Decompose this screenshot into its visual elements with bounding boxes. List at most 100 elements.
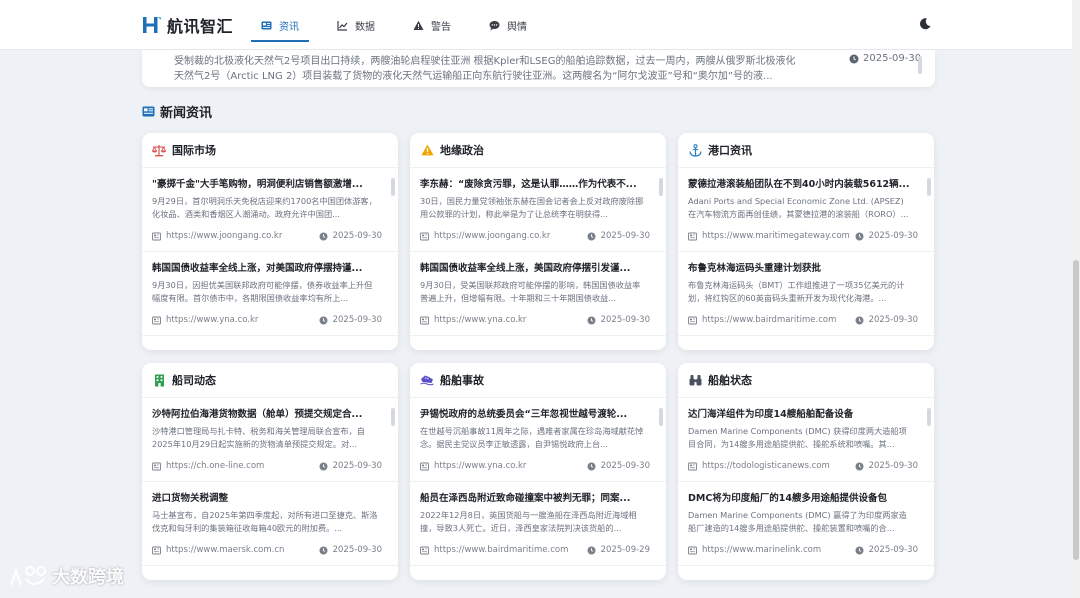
- news-date: 2025-09-30: [855, 545, 918, 555]
- newspaper-icon: [261, 20, 272, 31]
- nav-tab-label: 资讯: [279, 21, 299, 33]
- news-title: 布鲁克林海运码头重建计划获批: [688, 263, 822, 274]
- news-title: 蒙德拉港滚装船团队在不到40小时内装载5612辆...: [688, 179, 910, 190]
- newspaper-icon: [688, 232, 697, 240]
- news-title: 尹锡悦政府的总统委员会“三年忽视世越号渡轮...: [420, 409, 628, 420]
- card-scrollbar[interactable]: [391, 178, 395, 196]
- news-date: 2025-09-30: [319, 315, 382, 325]
- news-source-url: https://www.maersk.com.cn: [166, 545, 285, 555]
- card-header: 地缘政治: [410, 133, 666, 168]
- warning-icon: [413, 20, 424, 31]
- news-title: 李东赫：“废除贪污罪，这是认罪……作为代表不...: [420, 179, 637, 190]
- news-summary: 布鲁克林海运码头（BMT）工作组推进了一项35亿美元的计划，将红钩区的60英亩码…: [688, 280, 905, 303]
- news-title: 韩国国债收益率全线上涨，对美国政府停摆持谨...: [152, 263, 363, 274]
- nav-tab-label: 警告: [431, 21, 451, 33]
- news-summary: 30日，国民力量党领袖张东赫在国会记者会上反对政府废除挪用公款罪的计划，称此举是…: [420, 196, 644, 219]
- news-source: https://www.yna.co.kr: [152, 315, 258, 325]
- card-header: 船司动态: [142, 363, 398, 398]
- news-date-text: 2025-09-30: [600, 315, 650, 325]
- headline-strip[interactable]: 受制裁的北极液化天然气2号项目出口持续，两艘油轮启程驶往亚洲 根据Kpler和L…: [142, 50, 935, 87]
- news-summary: 沙特港口管理局与扎卡特、税务和海关管理局联合宣布，自2025年10月29日起实施…: [152, 426, 365, 449]
- brand-logo[interactable]: 航讯智汇: [142, 13, 233, 37]
- strip-scrollbar[interactable]: [918, 56, 922, 74]
- news-source-url: https://www.yna.co.kr: [434, 461, 527, 471]
- card-scrollbar[interactable]: [927, 178, 931, 196]
- page-scrollbar-thumb[interactable]: [1073, 260, 1079, 560]
- clock-icon: [587, 546, 596, 554]
- news-date-text: 2025-09-30: [600, 231, 650, 241]
- news-item[interactable]: DMC将为印度船厂的14艘多用途船提供设备包 Damen Marine Comp…: [678, 482, 934, 566]
- scale-icon: [152, 143, 166, 157]
- newspaper-icon: [152, 546, 161, 554]
- news-item[interactable]: 船员在泽西岛附近致命碰撞案中被判无罪；同案... 2022年12月8日，英国货船…: [410, 482, 666, 566]
- card-title: 港口资讯: [708, 144, 752, 157]
- card-scrollbar[interactable]: [659, 408, 663, 426]
- nav-tab-sentiment[interactable]: 舆情: [479, 0, 537, 50]
- card-scrollbar[interactable]: [659, 178, 663, 196]
- news-meta: https://www.maritimegateway.com 2025-09-…: [688, 231, 918, 241]
- nav-tab-news[interactable]: 资讯: [251, 0, 309, 50]
- news-title: 韩国国债收益率全线上涨，美国政府停摆引发谨...: [420, 263, 631, 274]
- newspaper-icon: [688, 316, 697, 324]
- news-summary: 9月29日，首尔明洞乐天免税店迎来约1700名中国团体游客，化妆品、酒类和香烟区…: [152, 196, 377, 219]
- news-item[interactable]: 达门海洋组件为印度14艘船舶配备设备 Damen Marine Componen…: [678, 398, 934, 482]
- news-title: 进口货物关税调整: [152, 493, 229, 504]
- news-item[interactable]: 沙特阿拉伯海港货物数据（舱单）预提交规定合... 沙特港口管理局与扎卡特、税务和…: [142, 398, 398, 482]
- news-date-text: 2025-09-30: [332, 545, 382, 555]
- news-item[interactable]: 进口货物关税调整 马士基宣布，自2025年第四季度起，对所有进口至捷克、斯洛伐克…: [142, 482, 398, 566]
- brand-name: 航讯智汇: [167, 17, 234, 36]
- news-item[interactable]: "豪掷千金"大手笔购物，明洞便利店销售额激增... 9月29日，首尔明洞乐天免税…: [142, 168, 398, 252]
- news-list: 蒙德拉港滚装船团队在不到40小时内装载5612辆... Adani Ports …: [678, 168, 934, 336]
- card-title: 国际市场: [172, 144, 216, 157]
- news-title: "豪掷千金"大手笔购物，明洞便利店销售额激增...: [152, 179, 363, 190]
- news-date: 2025-09-30: [319, 545, 382, 555]
- clock-icon: [587, 462, 596, 470]
- section-title-text: 新闻资讯: [160, 106, 213, 121]
- news-date: 2025-09-30: [587, 315, 650, 325]
- news-meta: https://www.bairdmaritime.com 2025-09-29: [420, 545, 650, 555]
- card-header: 船舶事故: [410, 363, 666, 398]
- news-source-url: https://www.yna.co.kr: [434, 315, 527, 325]
- news-item[interactable]: 蒙德拉港滚装船团队在不到40小时内装载5612辆... Adani Ports …: [678, 168, 934, 252]
- nav-tab-warning[interactable]: 警告: [403, 0, 461, 50]
- news-source: https://www.joongang.co.kr: [152, 231, 282, 241]
- news-summary: Damen Marine Components (DMC) 获得印度两大造船项目…: [688, 426, 907, 449]
- logo-icon: [143, 17, 161, 33]
- news-item[interactable]: 韩国国债收益率全线上涨，对美国政府停摆持谨... 9月30日，因担忧美国联邦政府…: [142, 252, 398, 336]
- news-item[interactable]: 尹锡悦政府的总统委员会“三年忽视世越号渡轮... 在世越号沉船事故11周年之际，…: [410, 398, 666, 482]
- news-summary: Adani Ports and Special Economic Zone Lt…: [688, 196, 909, 219]
- news-list: 尹锡悦政府的总统委员会“三年忽视世越号渡轮... 在世越号沉船事故11周年之际，…: [410, 398, 666, 566]
- news-title: 达门海洋组件为印度14艘船舶配备设备: [688, 409, 854, 420]
- news-meta: https://www.joongang.co.kr 2025-09-30: [420, 231, 650, 241]
- news-date-text: 2025-09-29: [600, 545, 650, 555]
- news-item[interactable]: 韩国国债收益率全线上涨，美国政府停摆引发谨... 9月30日，受美国联邦政府可能…: [410, 252, 666, 336]
- binoculars-icon: [688, 373, 702, 387]
- card-header: 船舶状态: [678, 363, 934, 398]
- card-geopolitics: 地缘政治 李东赫：“废除贪污罪，这是认罪……作为代表不... 30日，国民力量党…: [410, 133, 666, 350]
- news-meta: https://www.bairdmaritime.com 2025-09-30: [688, 315, 918, 325]
- headline-strip-text: 受制裁的北极液化天然气2号项目出口持续，两艘油轮启程驶往亚洲 根据Kpler和L…: [174, 56, 796, 82]
- news-summary: 9月30日，受美国联邦政府可能停摆的影响，韩国国债收益率普遍上升，但增幅有限。十…: [420, 280, 641, 303]
- newspaper-icon: [142, 106, 155, 117]
- card-scrollbar[interactable]: [927, 408, 931, 426]
- card-title: 船舶状态: [708, 374, 752, 387]
- card-scrollbar[interactable]: [391, 408, 395, 426]
- news-item[interactable]: 李东赫：“废除贪污罪，这是认罪……作为代表不... 30日，国民力量党领袖张东赫…: [410, 168, 666, 252]
- nav-tab-data[interactable]: 数据: [327, 0, 385, 50]
- nav-tab-label: 舆情: [507, 21, 527, 33]
- news-source-url: https://www.bairdmaritime.com: [434, 545, 569, 555]
- news-source: https://www.yna.co.kr: [420, 315, 526, 325]
- newspaper-icon: [688, 546, 697, 554]
- card-ship-accidents: 船舶事故 尹锡悦政府的总统委员会“三年忽视世越号渡轮... 在世越号沉船事故11…: [410, 363, 666, 580]
- section-title: 新闻资讯: [142, 102, 212, 121]
- newspaper-icon: [152, 462, 161, 470]
- news-item[interactable]: 布鲁克林海运码头重建计划获批 布鲁克林海运码头（BMT）工作组推进了一项35亿美…: [678, 252, 934, 336]
- clock-icon: [587, 316, 596, 324]
- building-icon: [152, 373, 166, 387]
- news-source-url: https://www.maritimegateway.com: [702, 231, 850, 241]
- news-source-url: https://www.joongang.co.kr: [434, 231, 551, 241]
- main-nav: 资讯 数据 警告 舆情: [251, 0, 555, 50]
- moon-icon[interactable]: [918, 17, 932, 31]
- news-meta: https://www.yna.co.kr 2025-09-30: [420, 315, 650, 325]
- news-meta: https://www.marinelink.com 2025-09-30: [688, 545, 918, 555]
